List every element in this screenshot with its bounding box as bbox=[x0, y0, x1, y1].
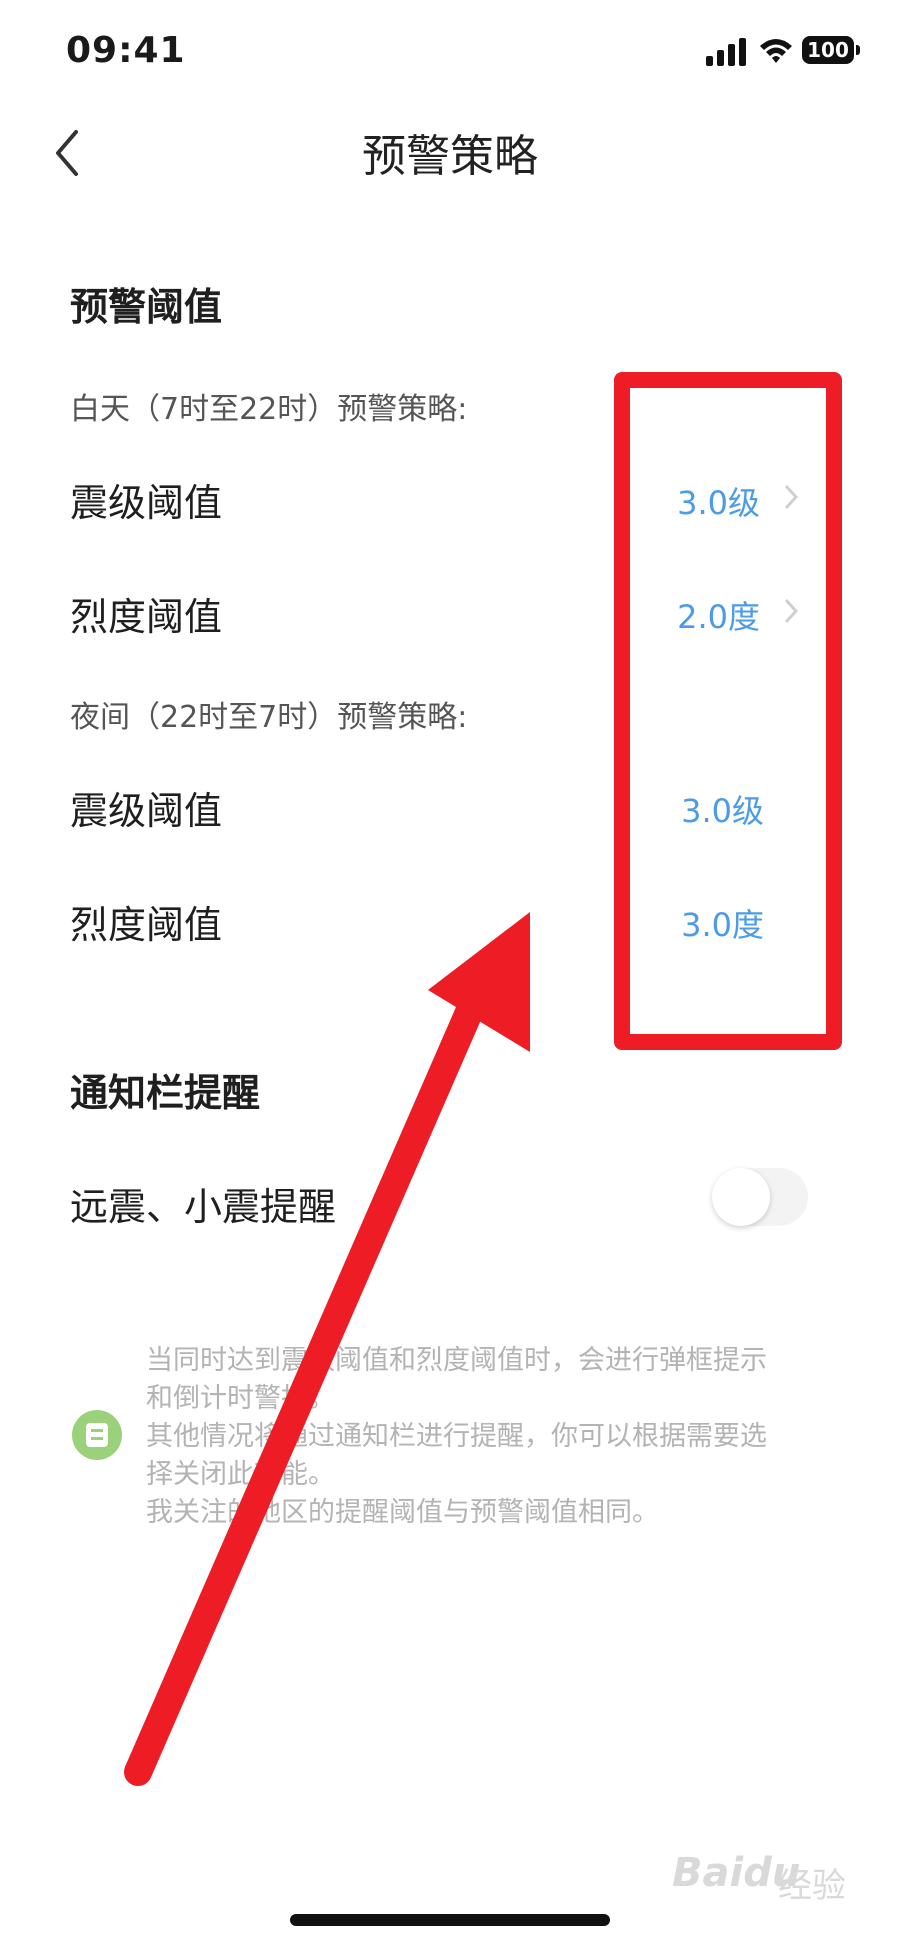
night-magnitude-label: 震级阈值 bbox=[70, 789, 223, 833]
day-strategy-label: 白天（7时至22时）预警策略: bbox=[70, 392, 468, 427]
tip-text-line: 择关闭此功能。 bbox=[146, 1459, 335, 1490]
status-time: 09:41 bbox=[66, 30, 186, 71]
signal-icon bbox=[706, 38, 746, 66]
tip-text-line: 当同时达到震级阈值和烈度阈值时，会进行弹框提示 bbox=[146, 1345, 767, 1376]
toggle-knob bbox=[712, 1168, 770, 1226]
threshold-section-heading: 预警阈值 bbox=[70, 285, 223, 329]
remote-small-quake-label: 远震、小震提醒 bbox=[70, 1185, 337, 1229]
notification-section-heading: 通知栏提醒 bbox=[70, 1071, 261, 1115]
battery-icon: 100 bbox=[802, 36, 862, 66]
remote-small-quake-toggle[interactable] bbox=[712, 1168, 808, 1226]
wifi-icon bbox=[760, 39, 792, 63]
tip-text-line: 和倒计时警报。 bbox=[146, 1383, 335, 1414]
tip-icon bbox=[72, 1410, 122, 1460]
tip-text-line: 我关注的地区的提醒阈值与预警阈值相同。 bbox=[146, 1497, 659, 1528]
tip-text-line: 其他情况将通过通知栏进行提醒，你可以根据需要选 bbox=[146, 1421, 767, 1452]
page-title: 预警策略 bbox=[362, 131, 538, 182]
home-indicator bbox=[290, 1914, 610, 1926]
night-strategy-label: 夜间（22时至7时）预警策略: bbox=[70, 700, 468, 735]
highlight-box bbox=[614, 372, 842, 1050]
battery-level: 100 bbox=[802, 36, 854, 64]
day-magnitude-label: 震级阈值 bbox=[70, 481, 223, 525]
day-intensity-label: 烈度阈值 bbox=[70, 595, 223, 639]
watermark-text: 经验 bbox=[778, 1866, 846, 1906]
night-intensity-label: 烈度阈值 bbox=[70, 903, 223, 947]
